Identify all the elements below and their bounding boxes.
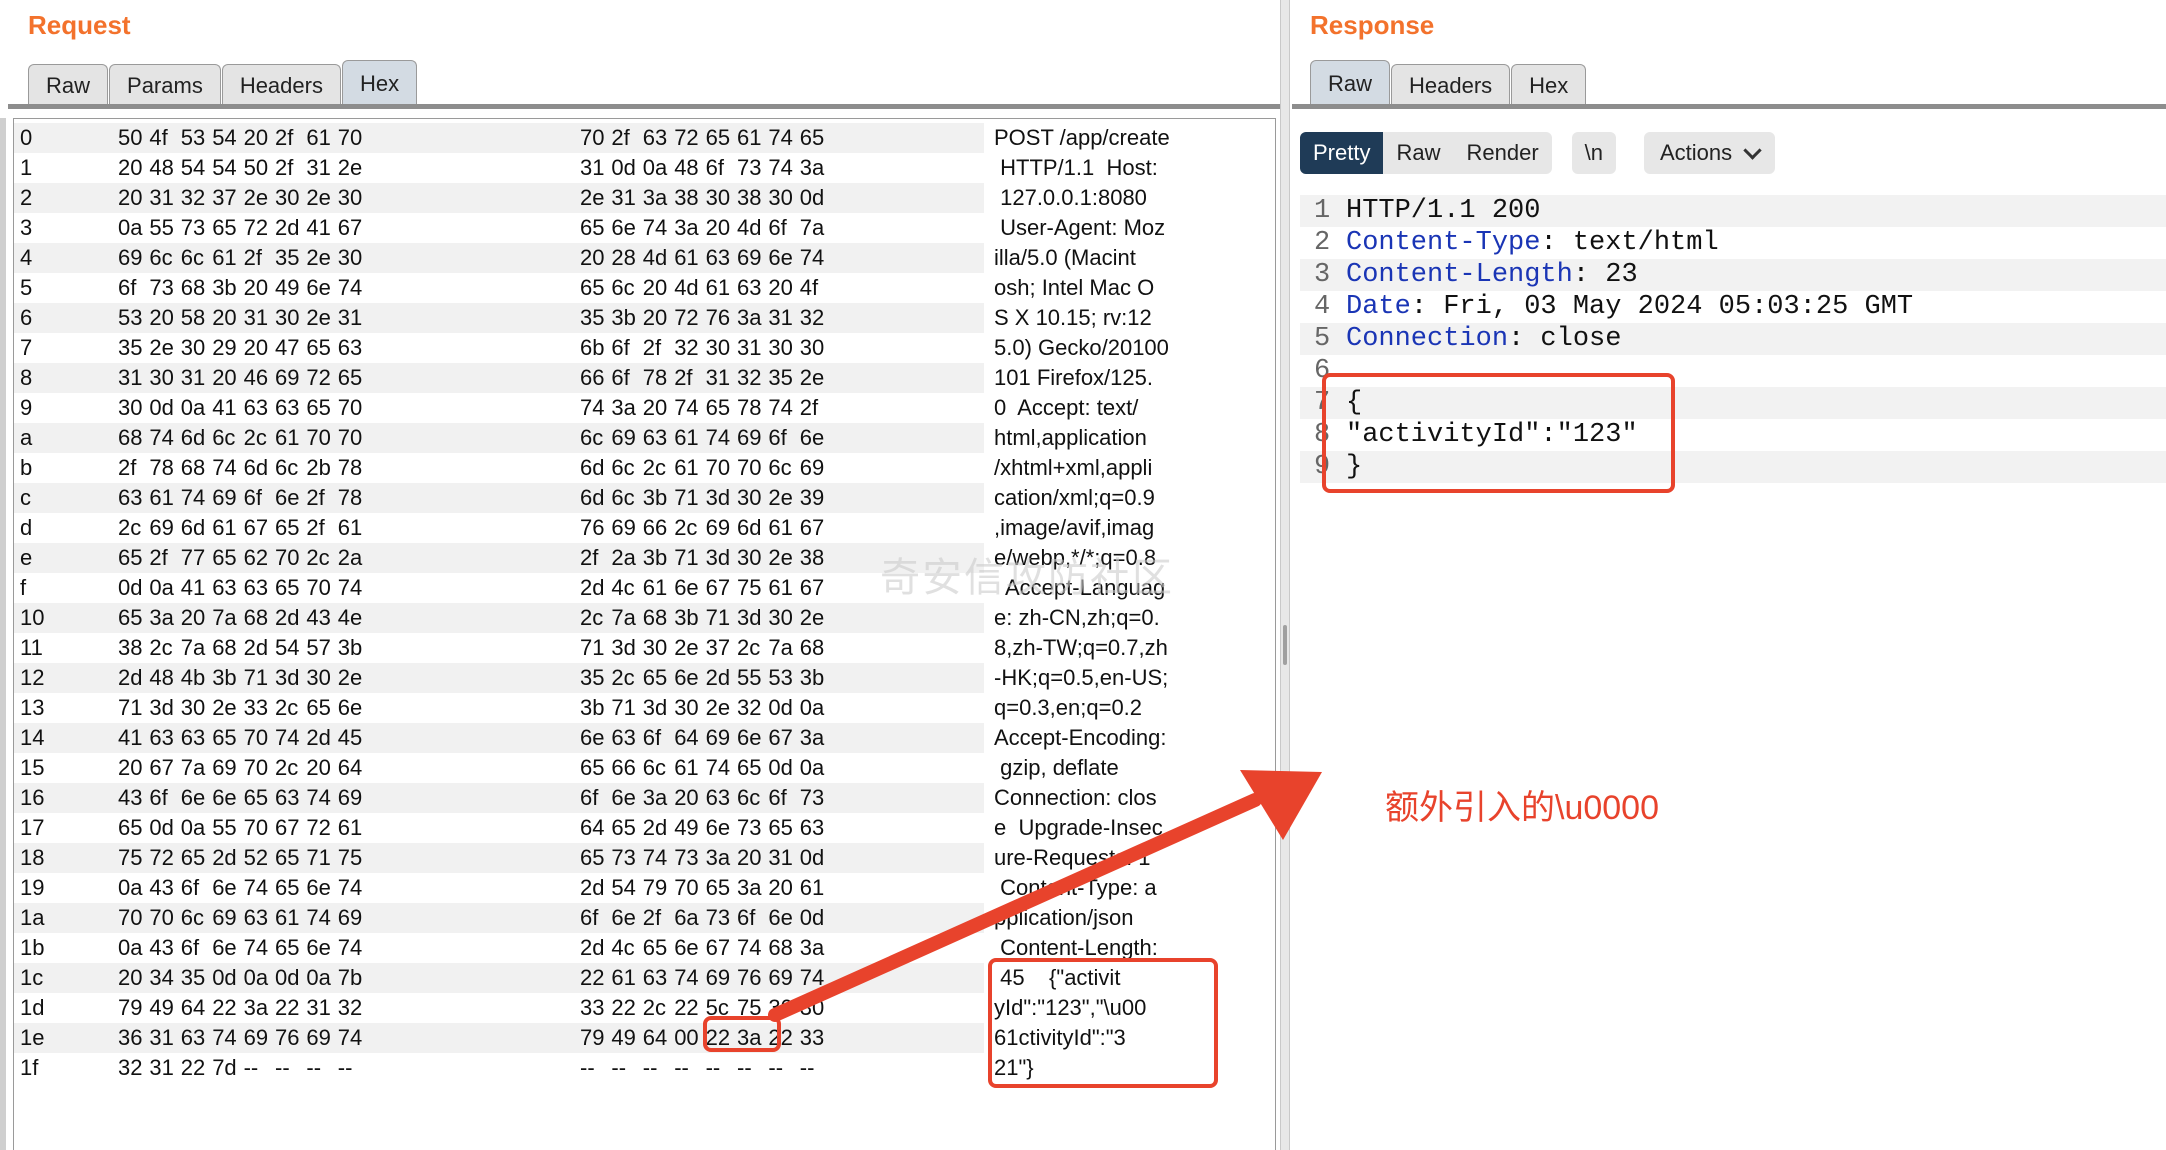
annotation-label: 额外引入的\u0000 (1385, 789, 1659, 827)
arrow-shaft (768, 793, 1262, 1022)
annotation-arrow (768, 770, 1322, 1022)
